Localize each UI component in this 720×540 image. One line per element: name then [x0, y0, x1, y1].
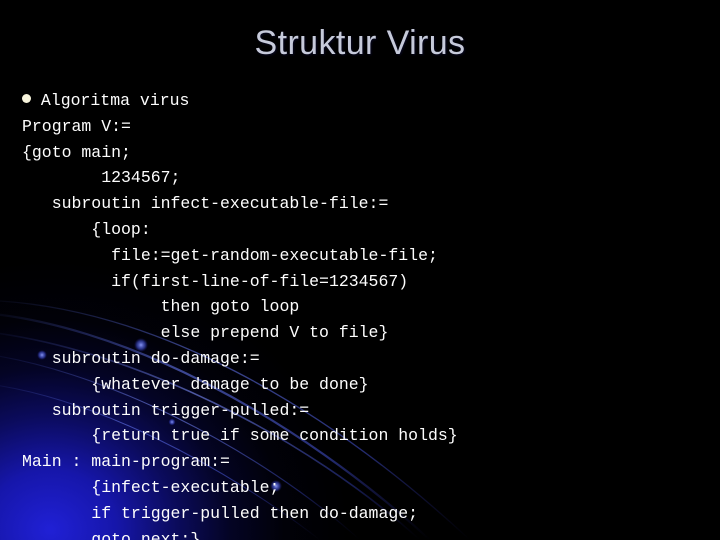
code-line: subroutin do-damage:= — [22, 346, 702, 372]
code-line-text: Main : main-program:= — [22, 452, 230, 472]
code-line-text: goto next;} — [22, 529, 201, 540]
code-line-text: subroutin infect-executable-file:= — [22, 194, 389, 214]
code-line-text: if(first-line-of-file=1234567) — [22, 271, 409, 291]
code-line: Algoritma virus — [22, 88, 702, 114]
code-line: file:=get-random-executable-file; — [22, 243, 702, 269]
code-line-text: else prepend V to file} — [22, 323, 389, 343]
slide-title: Struktur Virus — [254, 24, 466, 62]
code-line-text: file:=get-random-executable-file; — [22, 245, 438, 265]
code-line-text: {goto main; — [22, 142, 131, 162]
code-line-text: {return true if some condition holds} — [22, 426, 458, 446]
code-line-text: subroutin trigger-pulled:= — [22, 400, 310, 420]
code-line: {loop: — [22, 217, 702, 243]
code-line-text: if trigger-pulled then do-damage; — [22, 503, 419, 523]
code-line-text: {loop: — [22, 219, 151, 239]
code-line: Program V:= — [22, 114, 702, 140]
code-line: goto next;} — [22, 527, 702, 540]
code-line-text: 1234567; — [22, 168, 181, 188]
code-line: subroutin infect-executable-file:= — [22, 191, 702, 217]
bullet-icon — [22, 94, 31, 104]
code-line: else prepend V to file} — [22, 320, 702, 346]
code-line: 1234567; — [22, 165, 702, 191]
code-line: {goto main; — [22, 140, 702, 166]
code-line: {return true if some condition holds} — [22, 423, 702, 449]
code-line: if trigger-pulled then do-damage; — [22, 501, 702, 527]
code-line: if(first-line-of-file=1234567) — [22, 269, 702, 295]
code-line-text: subroutin do-damage:= — [22, 348, 260, 368]
code-line-text: Program V:= — [22, 116, 131, 136]
code-line: subroutin trigger-pulled:= — [22, 398, 702, 424]
code-line-text: Algoritma virus — [31, 91, 190, 110]
code-line: Main : main-program:= — [22, 449, 702, 475]
slide-canvas: Struktur Virus Algoritma virus Program V:… — [0, 0, 720, 540]
code-line-text: then goto loop — [22, 297, 300, 317]
code-line: {infect-executable; — [22, 475, 702, 501]
code-line-text: {whatever damage to be done} — [22, 374, 369, 394]
code-line: {whatever damage to be done} — [22, 372, 702, 398]
code-line: then goto loop — [22, 294, 702, 320]
algorithm-code-block: Algoritma virus Program V:= {goto main; 12… — [22, 88, 702, 540]
code-line-text: {infect-executable; — [22, 477, 280, 497]
